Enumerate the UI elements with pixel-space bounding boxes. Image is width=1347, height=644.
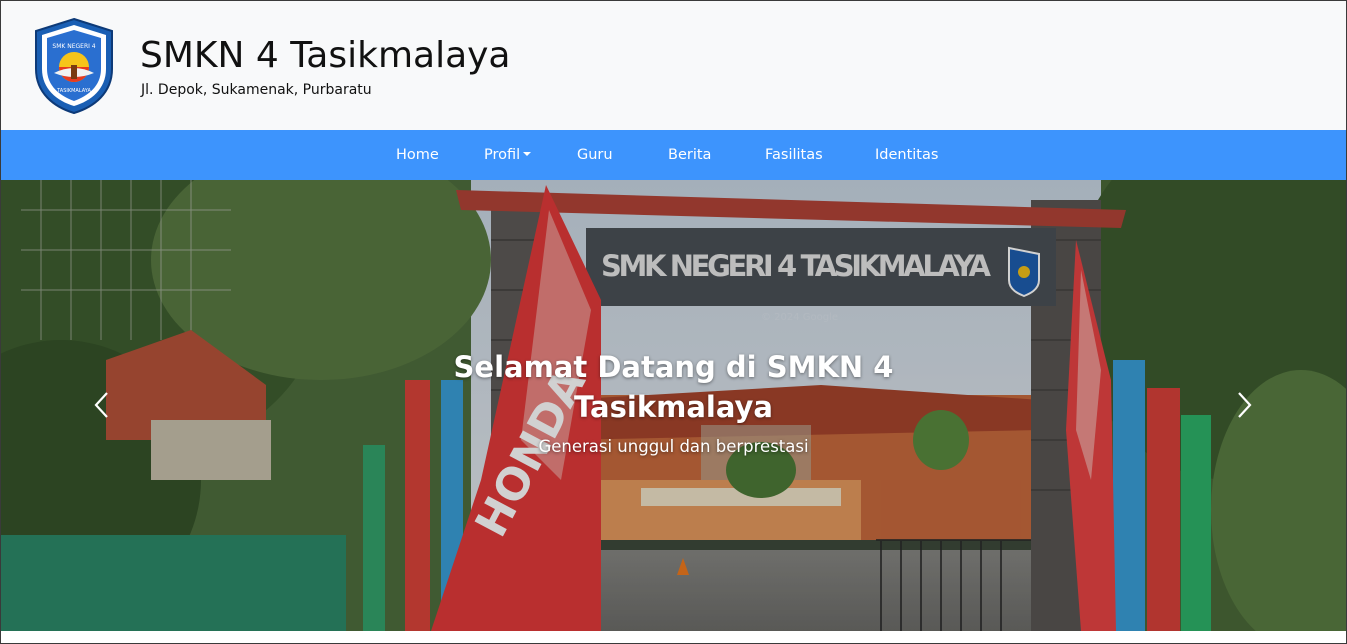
hero-title: Selamat Datang di SMKN 4 Tasikmalaya xyxy=(453,350,894,424)
main-navbar: Home Profil Guru Berita Fasilitas Identi… xyxy=(1,130,1346,180)
nav-berita[interactable]: Berita xyxy=(668,130,711,180)
nav-home[interactable]: Home xyxy=(396,130,439,180)
logo-text-top: SMK NEGERI 4 xyxy=(52,43,95,50)
nav-identitas[interactable]: Identitas xyxy=(875,130,938,180)
hero-carousel: SMK NEGERI 4 TASIKMALAYA © 2024 Google H… xyxy=(1,180,1346,631)
site-title: SMKN 4 Tasikmalaya xyxy=(140,35,511,76)
site-header: SMK NEGERI 4 TASIKMALAYA SMKN 4 Tasikmal… xyxy=(1,1,1346,130)
nav-profil-dropdown[interactable]: Profil xyxy=(484,130,532,180)
logo-text-bottom: TASIKMALAYA xyxy=(56,88,91,94)
carousel-next-button[interactable] xyxy=(1229,385,1259,425)
hero-caption: Generasi unggul dan berprestasi xyxy=(538,437,809,456)
page-frame: SMK NEGERI 4 TASIKMALAYA SMKN 4 Tasikmal… xyxy=(0,0,1347,644)
site-address: Jl. Depok, Sukamenak, Purbaratu xyxy=(141,82,372,98)
page-bottom-strip xyxy=(1,631,1346,643)
chevron-left-icon xyxy=(94,392,108,418)
chevron-right-icon xyxy=(1238,392,1252,418)
carousel-prev-button[interactable] xyxy=(87,385,117,425)
nav-fasilitas[interactable]: Fasilitas xyxy=(765,130,823,180)
caret-down-icon xyxy=(523,152,532,156)
school-logo[interactable]: SMK NEGERI 4 TASIKMALAYA xyxy=(32,17,116,115)
nav-guru[interactable]: Guru xyxy=(577,130,613,180)
nav-profil-label: Profil xyxy=(484,147,521,163)
